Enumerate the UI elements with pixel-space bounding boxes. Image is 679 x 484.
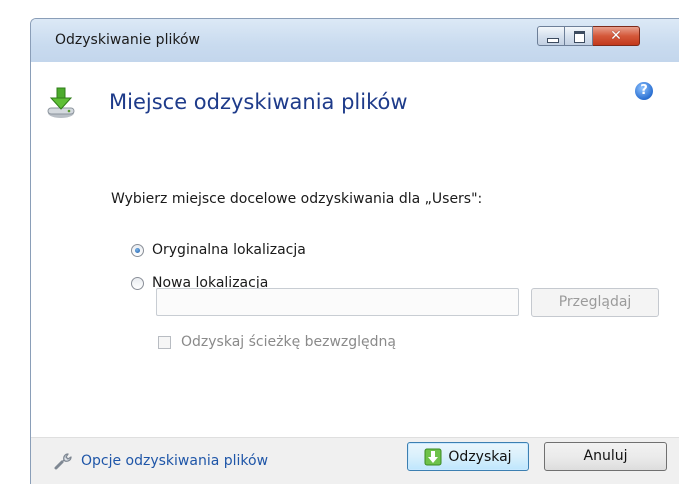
download-arrow-icon bbox=[424, 448, 442, 465]
recovery-options-link[interactable]: Opcje odzyskiwania plików bbox=[53, 451, 268, 471]
page-title: Miejsce odzyskiwania plików bbox=[109, 90, 408, 114]
absolute-path-option[interactable]: Odzyskaj ścieżkę bezwzględną bbox=[158, 334, 396, 350]
absolute-path-checkbox[interactable] bbox=[158, 335, 171, 349]
window-title: Odzyskiwanie plików bbox=[55, 32, 200, 48]
close-icon: ✕ bbox=[610, 28, 622, 44]
absolute-path-label: Odzyskaj ścieżkę bezwzględną bbox=[181, 334, 397, 350]
title-bar[interactable]: Odzyskiwanie plików ✕ bbox=[31, 19, 679, 62]
maximize-button[interactable] bbox=[565, 26, 593, 46]
minimize-icon bbox=[547, 38, 559, 43]
radio-original-location[interactable]: Oryginalna lokalizacja bbox=[131, 242, 306, 258]
dialog-content: Miejsce odzyskiwania plików ? Wybierz mi… bbox=[31, 62, 679, 437]
radio-label-original: Oryginalna lokalizacja bbox=[152, 242, 306, 258]
browse-button[interactable]: Przeglądaj bbox=[531, 288, 659, 317]
wrench-icon bbox=[54, 453, 72, 470]
help-icon[interactable]: ? bbox=[635, 82, 653, 100]
radio-button-unchecked[interactable] bbox=[131, 276, 144, 290]
minimize-button[interactable] bbox=[537, 26, 565, 46]
recover-button-label: Odzyskaj bbox=[448, 448, 512, 465]
cancel-button[interactable]: Anuluj bbox=[544, 442, 667, 471]
recover-button[interactable]: Odzyskaj bbox=[407, 442, 529, 471]
download-drive-icon bbox=[47, 87, 75, 118]
new-location-path-input[interactable] bbox=[156, 288, 519, 316]
recovery-options-link-text[interactable]: Opcje odzyskiwania plików bbox=[81, 453, 268, 469]
recovery-dialog: Odzyskiwanie plików ✕ Miejsce odzyskiwan… bbox=[30, 18, 679, 484]
maximize-icon bbox=[574, 31, 585, 43]
close-button[interactable]: ✕ bbox=[593, 26, 640, 46]
destination-prompt: Wybierz miejsce docelowe odzyskiwania dl… bbox=[111, 191, 483, 207]
radio-button-checked[interactable] bbox=[131, 243, 144, 257]
dialog-footer: Opcje odzyskiwania plików Odzyskaj Anulu… bbox=[31, 437, 679, 484]
